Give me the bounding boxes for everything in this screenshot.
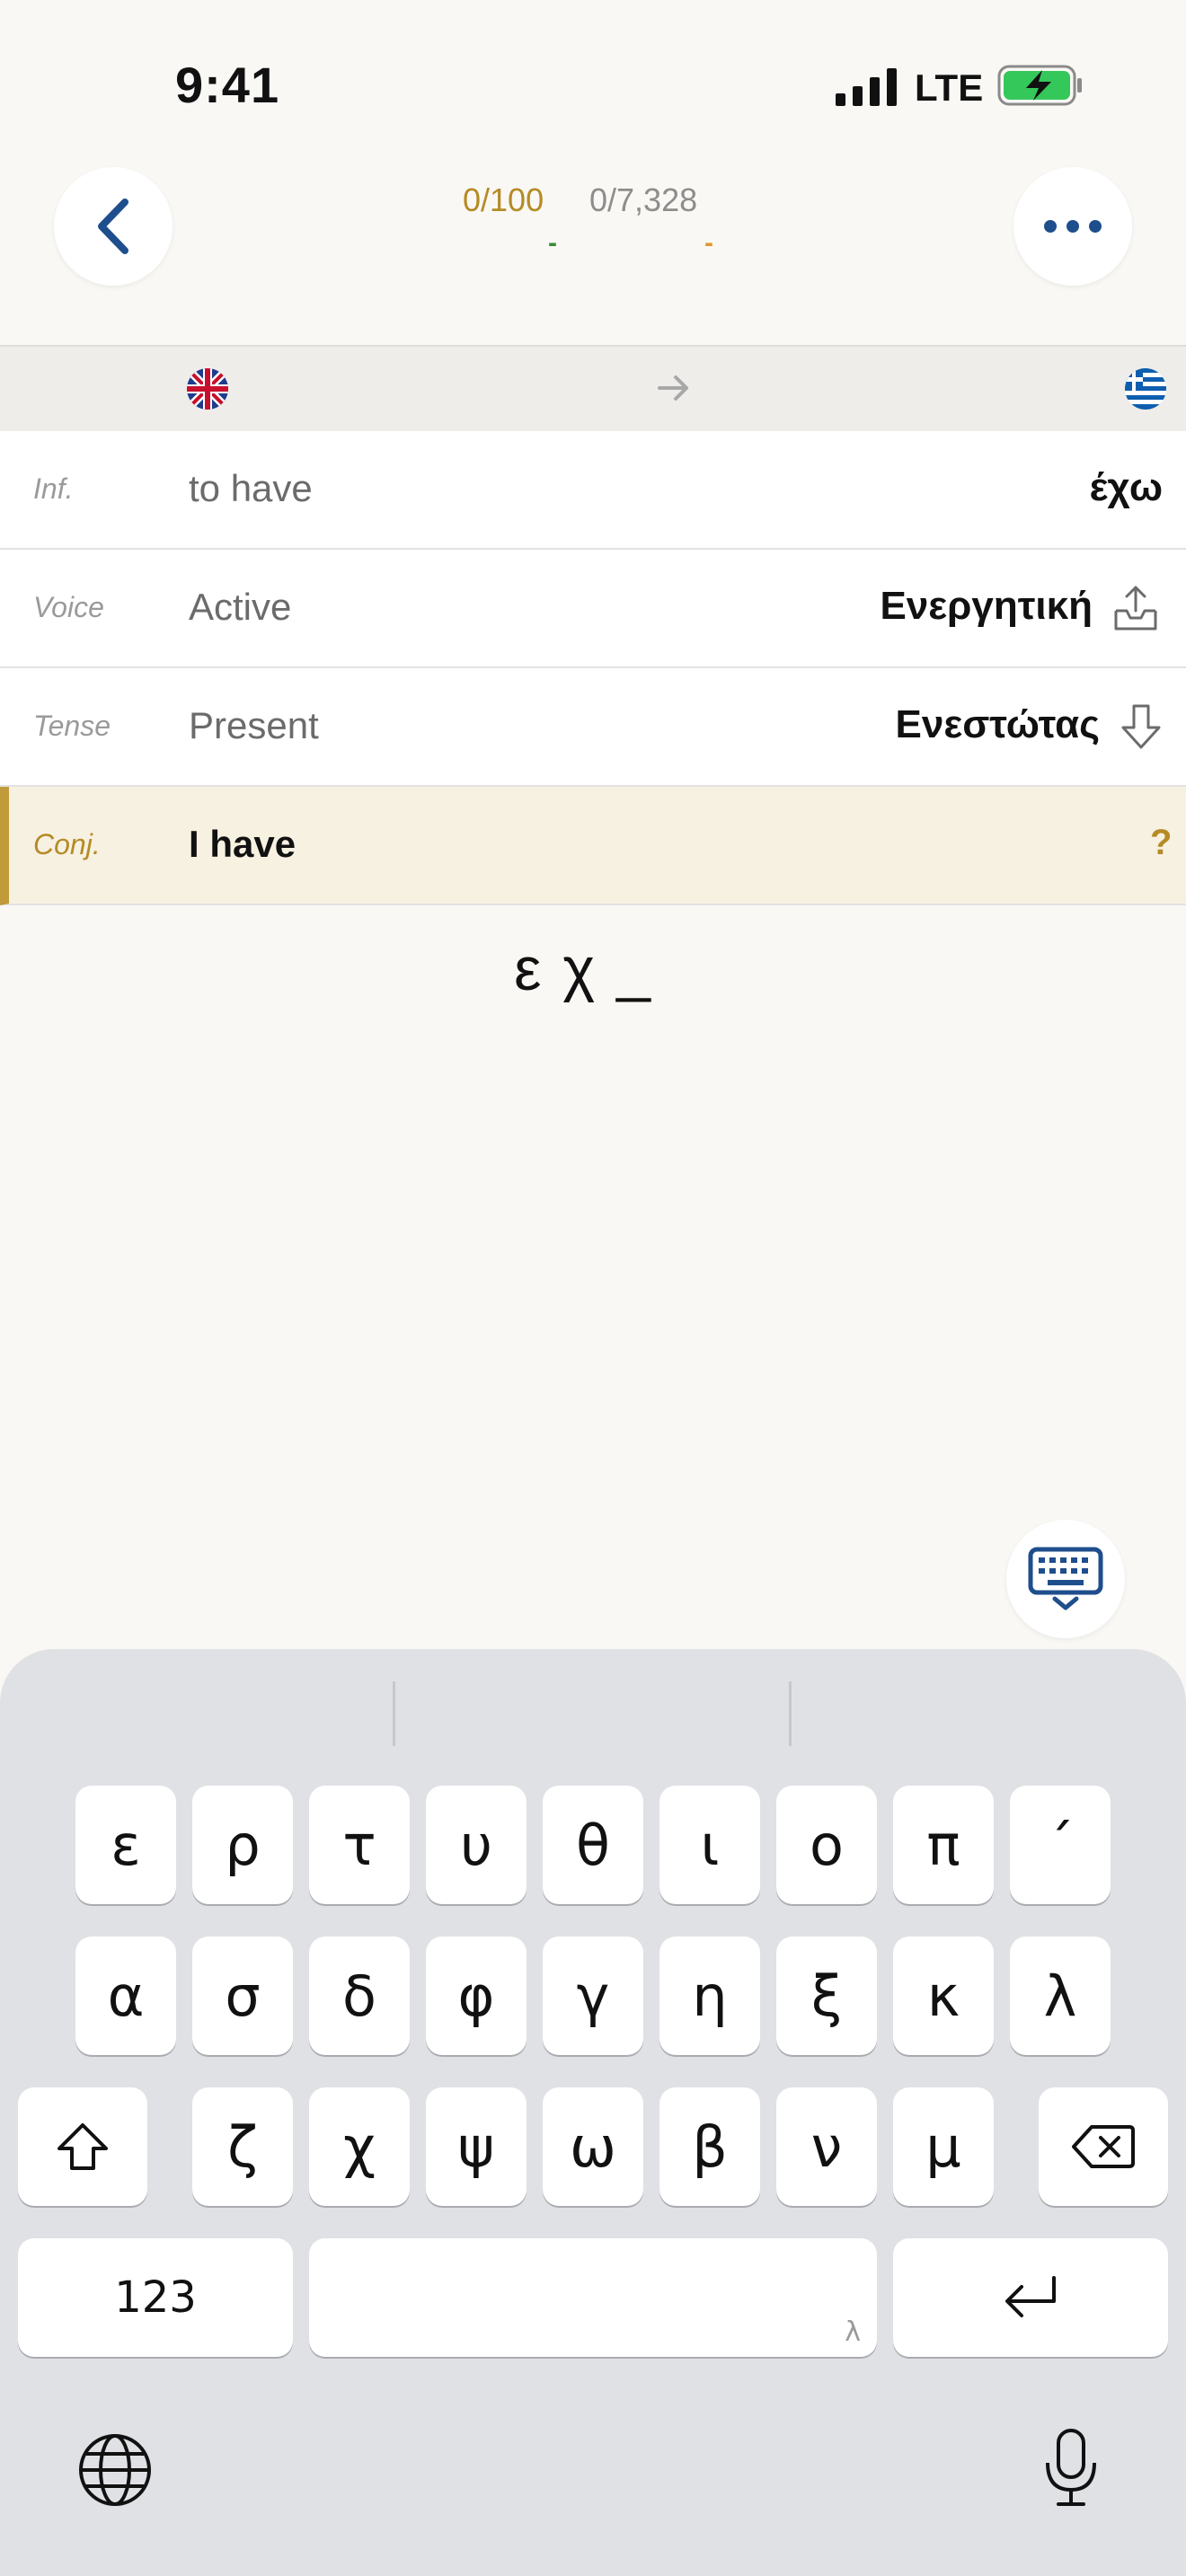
shift-key[interactable] [18, 2087, 147, 2206]
row-label: Inf. [33, 472, 74, 505]
key[interactable]: σ [192, 1936, 293, 2055]
key[interactable]: δ [309, 1936, 410, 2055]
voice-row: Voice Active Ενεργητική [0, 550, 1186, 668]
space-key-hint: λ [845, 2316, 861, 2348]
english-text: to have [189, 467, 313, 509]
total-counter-indicator: - [704, 228, 713, 258]
key[interactable]: γ [543, 1936, 643, 2055]
language-direction-bar [0, 345, 1186, 431]
uk-flag-icon [187, 368, 228, 410]
return-icon [1005, 2276, 1056, 2317]
key[interactable]: μ [893, 2087, 994, 2206]
delete-key[interactable] [1039, 2087, 1168, 2206]
key[interactable]: φ [426, 1936, 527, 2055]
key[interactable]: ι [659, 1786, 760, 1904]
key[interactable]: κ [893, 1936, 994, 2055]
key[interactable]: η [659, 1936, 760, 2055]
arrow-right-icon [658, 375, 688, 401]
key[interactable]: υ [426, 1786, 527, 1904]
keyboard-hide-icon [1028, 1547, 1103, 1610]
greek-text: Ενεστώτας [895, 702, 1101, 746]
greek-text: έχω [1089, 465, 1163, 509]
status-bar: 9:41 LTE [0, 0, 1186, 153]
total-counter: 0/7,328 [589, 181, 698, 218]
keyboard-toggle-button[interactable] [1006, 1520, 1125, 1638]
key[interactable]: ξ [776, 1936, 877, 2055]
progress-counters: 0/100 0/7,328 - - [0, 181, 1186, 262]
english-text: Present [189, 704, 319, 746]
hint-button[interactable]: ? [1150, 823, 1172, 863]
upload-tray-icon[interactable] [1111, 584, 1161, 634]
more-options-button[interactable] [1013, 167, 1132, 286]
space-key[interactable]: λ [309, 2238, 877, 2357]
microphone-icon[interactable] [1042, 2427, 1100, 2510]
greek-flag-icon [1125, 368, 1166, 410]
session-counter: 0/100 [463, 181, 544, 218]
row-label: Tense [33, 710, 111, 742]
key[interactable]: θ [543, 1786, 643, 1904]
key[interactable]: χ [309, 2087, 410, 2206]
key[interactable]: ν [776, 2087, 877, 2206]
key[interactable]: ζ [192, 2087, 293, 2206]
row-label: Conj. [33, 828, 101, 860]
signal-icon [836, 68, 897, 106]
key[interactable]: λ [1010, 1936, 1111, 2055]
key[interactable]: ο [776, 1786, 877, 1904]
key[interactable]: β [659, 2087, 760, 2206]
key[interactable]: ω [543, 2087, 643, 2206]
key[interactable]: π [893, 1786, 994, 1904]
key[interactable]: ρ [192, 1786, 293, 1904]
suggestion-divider [789, 1681, 792, 1746]
network-label: LTE [915, 66, 984, 109]
shift-icon [58, 2123, 108, 2170]
key[interactable]: α [75, 1936, 176, 2055]
row-label: Voice [33, 591, 104, 623]
numbers-key[interactable]: 123 [18, 2238, 293, 2357]
globe-icon[interactable] [77, 2432, 153, 2508]
infinitive-row: Inf. to have έχω [0, 431, 1186, 550]
key[interactable]: τ [309, 1786, 410, 1904]
session-counter-indicator: - [548, 228, 557, 258]
tense-row: Tense Present Ενεστώτας [0, 668, 1186, 787]
greek-text: Ενεργητική [880, 584, 1093, 628]
conjugation-row: Conj. I have ? [0, 787, 1186, 905]
accent-key[interactable]: ΄ [1010, 1786, 1111, 1904]
arrow-down-icon[interactable] [1116, 702, 1166, 753]
battery-charging-icon [997, 65, 1082, 106]
return-key[interactable] [893, 2238, 1168, 2357]
ellipsis-icon [1044, 220, 1102, 233]
greek-keyboard: ε ρ τ υ θ ι ο π ΄ α σ δ φ γ η ξ κ λ ζ χ … [0, 1649, 1186, 2576]
prompt-text: I have [189, 823, 296, 865]
status-time: 9:41 [175, 57, 280, 113]
key[interactable]: ε [75, 1786, 176, 1904]
delete-backward-icon [1072, 2125, 1135, 2168]
answer-input[interactable]: εχ_ [0, 934, 1186, 1004]
key[interactable]: ψ [426, 2087, 527, 2206]
suggestion-divider [393, 1681, 395, 1746]
english-text: Active [189, 586, 292, 628]
